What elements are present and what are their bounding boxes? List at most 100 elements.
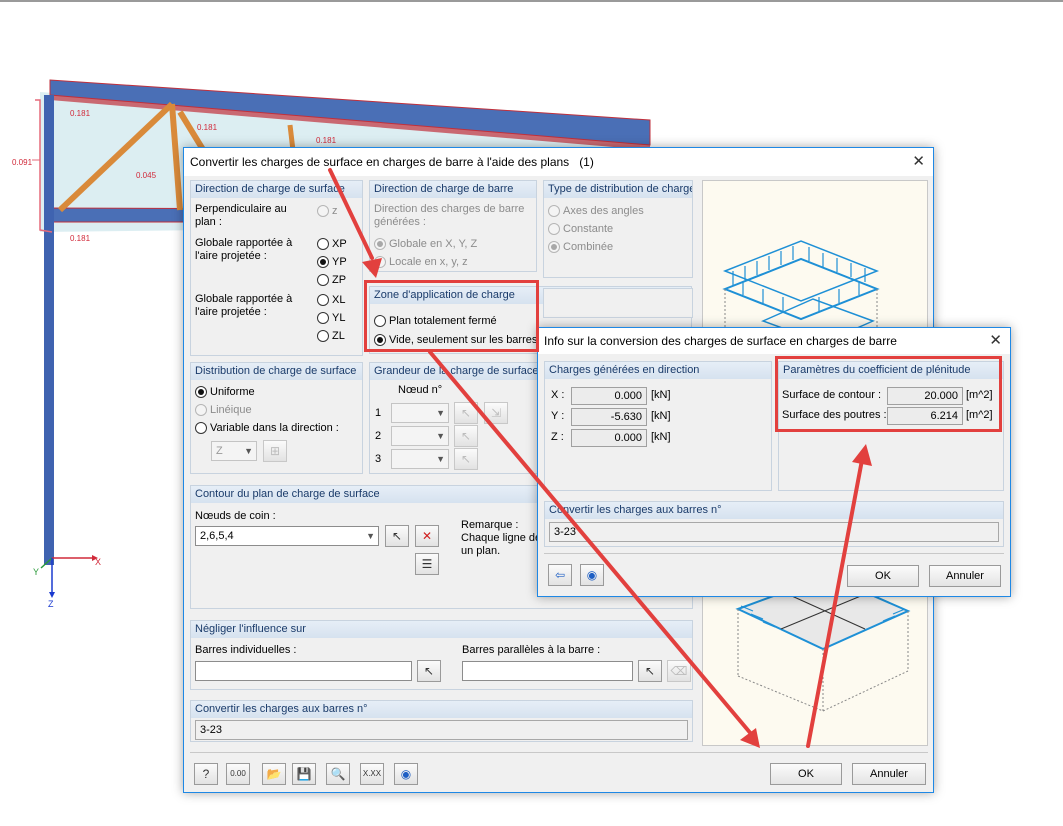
radio-z-label: z (332, 205, 338, 217)
info-conversion-dialog: Info sur la conversion des charges de su… (537, 327, 1011, 597)
ok-button[interactable]: OK (770, 763, 842, 785)
radio-constant[interactable] (548, 223, 560, 235)
pick-three-nodes-icon[interactable]: ⇲ (484, 402, 508, 424)
group-title: Convertir les charges aux barres n° (191, 701, 692, 718)
pick-members-icon[interactable]: ↖ (417, 660, 441, 682)
z-value: 0.000 (571, 429, 647, 447)
chevron-down-icon: ▼ (436, 431, 445, 441)
search-icon[interactable]: 🔍 (326, 763, 350, 785)
row-number: 2 (375, 430, 382, 442)
info-ok-button[interactable]: OK (847, 565, 919, 587)
remark-text: un plan. (461, 545, 501, 557)
info-titlebar: Info sur la conversion des charges de su… (538, 328, 1010, 354)
radio-xl[interactable] (317, 294, 329, 306)
fill-coefficient-group: Paramètres du coefficient de plénitude S… (778, 361, 1004, 491)
radio-local-xyz-label: Locale en x, y, z (389, 256, 468, 268)
pick-node-icon[interactable]: ↖ (454, 402, 478, 424)
z-axis-arrow (49, 592, 55, 598)
chevron-down-icon: ▼ (366, 531, 375, 541)
pick-direction-icon[interactable]: ⊞ (263, 440, 287, 462)
node-select-3[interactable]: ▼ (391, 449, 449, 469)
eye-icon[interactable]: ◉ (394, 763, 418, 785)
contour-area-label: Surface de contour : (782, 389, 882, 401)
radio-void-members-label: Vide, seulement sur les barres (389, 334, 538, 346)
radio-yl[interactable] (317, 312, 329, 324)
help-icon[interactable]: ? (194, 763, 218, 785)
radio-xp[interactable] (317, 238, 329, 250)
column (44, 95, 54, 565)
convert-members-group: Convertir les charges aux barres n° 3-23 (190, 700, 693, 742)
radio-variable[interactable] (195, 422, 207, 434)
parallel-members-label: Barres parallèles à la barre : (462, 644, 601, 656)
delete-icon[interactable]: ✕ (415, 525, 439, 547)
group-title: Distribution de charge de surface (191, 363, 362, 380)
row-number: 1 (375, 407, 382, 419)
radio-yp[interactable] (317, 256, 329, 268)
node-select-1[interactable]: ▼ (391, 403, 449, 423)
info-cancel-button[interactable]: Annuler (929, 565, 1001, 587)
clear-parallel-icon[interactable]: ⌫ (667, 660, 691, 682)
surface-load-magnitude-group: Grandeur de la charge de surface Nœud n°… (369, 362, 541, 474)
radio-fully-closed-label: Plan totalement fermé (389, 315, 497, 327)
individual-members-label: Barres individuelles : (195, 644, 297, 656)
perpendicular-label: Perpendiculaire au plan : (195, 203, 287, 228)
load-plane (722, 240, 880, 302)
chevron-down-icon: ▼ (436, 454, 445, 464)
radio-local-xyz[interactable] (374, 256, 386, 268)
direction-select[interactable]: Z ▼ (211, 441, 257, 461)
dim-label: 0.181 (197, 123, 218, 132)
list-icon[interactable]: ☰ (415, 553, 439, 575)
surface-load-distribution-group: Distribution de charge de surface Unifor… (190, 362, 363, 474)
radio-zl[interactable] (317, 330, 329, 342)
y-value: -5.630 (571, 408, 647, 426)
guide-line (737, 675, 824, 712)
save-icon[interactable]: 💾 (292, 763, 316, 785)
units-icon[interactable]: X.XX (360, 763, 384, 785)
pick-parallel-icon[interactable]: ↖ (638, 660, 662, 682)
radio-uniform[interactable] (195, 386, 207, 398)
pick-node-icon[interactable]: ↖ (454, 425, 478, 447)
node-select-2[interactable]: ▼ (391, 426, 449, 446)
radio-fully-closed[interactable] (374, 315, 386, 327)
corner-nodes-select[interactable]: 2,6,5,4 ▼ (195, 526, 379, 546)
radio-xp-label: XP (332, 238, 347, 250)
guide-line (822, 670, 909, 712)
pick-node-icon[interactable]: ↖ (454, 448, 478, 470)
convert-members-input[interactable]: 3-23 (195, 720, 688, 740)
z-label: Z : (551, 431, 564, 443)
close-icon[interactable]: ✕ (912, 148, 925, 176)
back-arrow-icon[interactable]: ⇦ (548, 564, 572, 586)
z-unit: [kN] (651, 431, 671, 443)
group-title: Grandeur de la charge de surface (370, 363, 540, 380)
radio-void-members[interactable] (374, 334, 386, 346)
load-frame (722, 257, 880, 321)
dim-label: 0.181 (70, 109, 91, 118)
info-convert-members-input[interactable]: 3-23 (549, 522, 999, 542)
x-value: 0.000 (571, 387, 647, 405)
individual-members-input[interactable] (195, 661, 412, 681)
group-title: Convertir les charges aux barres n° (545, 502, 1003, 519)
info-footer-separator (544, 553, 1004, 554)
radio-zp[interactable] (317, 274, 329, 286)
decimal-icon[interactable]: 0.00 (226, 763, 250, 785)
group-title: Direction de charge de barre (370, 181, 536, 198)
radio-combined[interactable] (548, 241, 560, 253)
radio-constant-label: Constante (563, 223, 614, 235)
group-title: Type de distribution de charge (544, 181, 692, 198)
parallel-members-input[interactable] (462, 661, 633, 681)
radio-angle-axes[interactable] (548, 205, 560, 217)
radio-xl-label: XL (332, 294, 346, 306)
open-folder-icon[interactable]: 📂 (262, 763, 286, 785)
eye-icon[interactable]: ◉ (580, 564, 604, 586)
surface-load-direction-group: Direction de charge de surface Perpendic… (190, 180, 363, 356)
pick-nodes-icon[interactable]: ↖ (385, 525, 409, 547)
beams-area-label: Surface des poutres : (782, 409, 887, 421)
radio-z[interactable] (317, 205, 329, 217)
radio-global-xyz[interactable] (374, 238, 386, 250)
dialog-titlebar: Convertir les charges de surface en char… (184, 148, 933, 176)
radio-yp-label: YP (332, 256, 347, 268)
radio-linear[interactable] (195, 404, 207, 416)
cancel-button[interactable]: Annuler (852, 763, 926, 785)
close-icon[interactable]: ✕ (989, 328, 1002, 354)
member-load-direction-group: Direction de charge de barre Direction d… (369, 180, 537, 272)
